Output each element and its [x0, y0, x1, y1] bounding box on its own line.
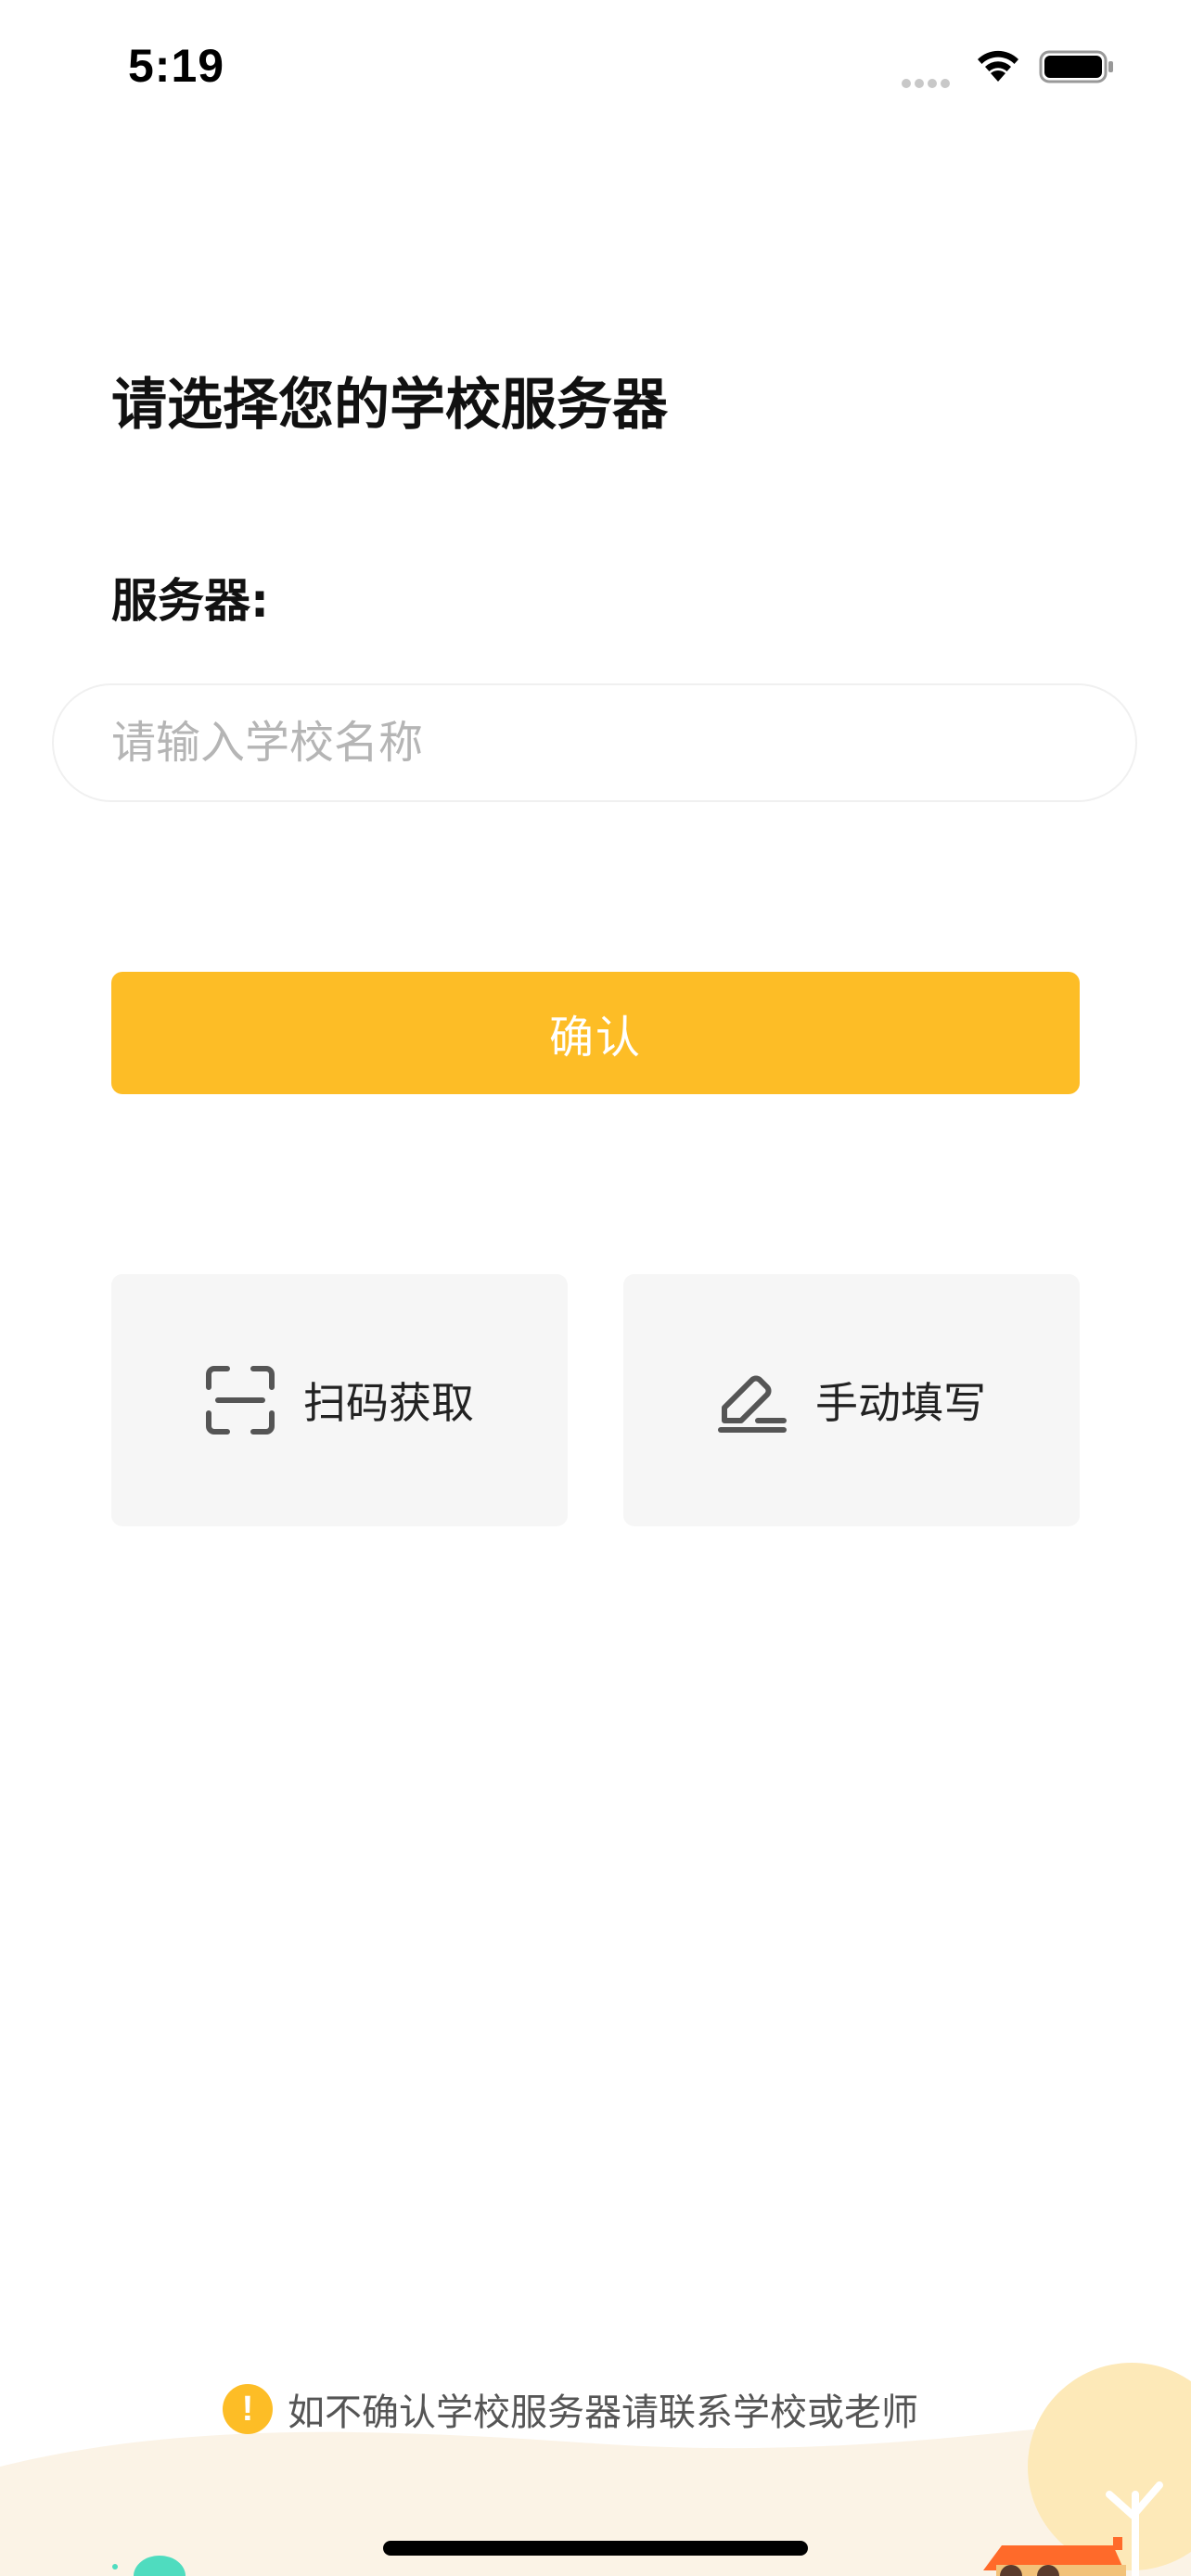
status-bar: 5:19	[0, 0, 1191, 130]
school-search-field[interactable]	[52, 683, 1137, 802]
notice-bar: ! 如不确认学校服务器请联系学校或老师	[223, 2381, 918, 2437]
battery-icon	[1039, 50, 1113, 83]
confirm-button[interactable]: 确认	[111, 972, 1080, 1094]
manual-entry-button[interactable]: 手动填写	[623, 1274, 1080, 1526]
server-label: 服务器:	[111, 574, 269, 628]
scan-qr-label: 扫码获取	[303, 1378, 474, 1428]
scan-icon	[206, 1366, 275, 1435]
server-select-screen: 5:19 请选择您的学校服务器 服务器: 确认 扫	[0, 0, 1191, 2576]
warning-icon: !	[223, 2384, 273, 2434]
edit-icon	[718, 1375, 787, 1433]
page-title: 请选择您的学校服务器	[111, 373, 668, 438]
manual-entry-label: 手动填写	[815, 1378, 986, 1428]
status-time: 5:19	[128, 40, 225, 92]
confirm-button-label: 确认	[548, 1012, 642, 1064]
school-name-input[interactable]	[111, 685, 1076, 800]
wifi-icon	[978, 50, 1018, 82]
cellular-signal-icon	[902, 74, 957, 88]
notice-text: 如不确认学校服务器请联系学校或老师	[288, 2391, 918, 2434]
scan-qr-button[interactable]: 扫码获取	[111, 1274, 568, 1526]
home-indicator[interactable]	[383, 2541, 808, 2556]
